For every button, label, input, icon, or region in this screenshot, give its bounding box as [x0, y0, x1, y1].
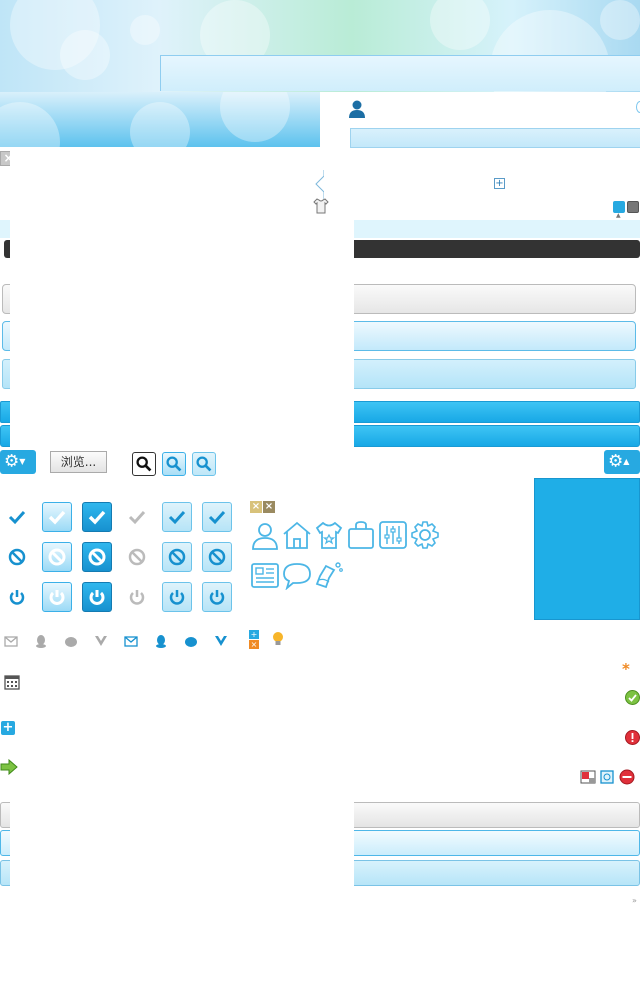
required-asterisk-icon: * [622, 660, 630, 678]
plus-square-icon[interactable]: + [494, 178, 505, 189]
check-button-hover[interactable] [42, 502, 72, 532]
home-icon[interactable] [282, 520, 312, 550]
ban-button-hover[interactable] [42, 542, 72, 572]
search-icon [166, 456, 182, 472]
ban-button[interactable] [2, 542, 32, 572]
check-icon [168, 510, 186, 525]
header-search-bar[interactable] [160, 55, 640, 91]
arrow-right-icon[interactable] [0, 759, 18, 775]
search-icon [196, 456, 212, 472]
power-icon [129, 590, 145, 605]
ban-button-active[interactable] [82, 542, 112, 572]
gear-icon: ⚙ [608, 451, 624, 472]
check-button-disabled[interactable] [122, 502, 152, 532]
ban-icon [88, 548, 106, 566]
ban-button-outline[interactable] [162, 542, 192, 572]
resize-handle-icon[interactable]: » [632, 896, 637, 905]
vine-icon[interactable] [214, 634, 228, 648]
browse-button[interactable]: 浏览... [50, 451, 107, 473]
mail-icon[interactable] [4, 634, 18, 648]
weibo-icon[interactable] [64, 634, 78, 648]
image-edit-icon[interactable] [580, 769, 596, 785]
flask-icon[interactable] [314, 560, 344, 590]
calendar-icon[interactable] [4, 674, 20, 690]
search-button-active[interactable] [192, 452, 216, 476]
shirt-icon[interactable] [314, 520, 344, 550]
check-button[interactable] [2, 502, 32, 532]
mail-icon[interactable] [124, 634, 138, 648]
power-button[interactable] [2, 582, 32, 612]
power-button-outline-alt[interactable] [202, 582, 232, 612]
plus-icon[interactable]: + [249, 630, 259, 639]
power-icon [89, 590, 105, 605]
panel-pointer [315, 170, 324, 200]
check-icon [88, 510, 106, 525]
delete-icon[interactable] [619, 769, 635, 785]
shirt-icon[interactable] [312, 197, 330, 215]
dropdown-panel-bottom [10, 800, 354, 888]
ban-icon [8, 548, 26, 566]
power-button-hover[interactable] [42, 582, 72, 612]
close-icon[interactable]: × [249, 640, 259, 649]
chat-icon[interactable] [282, 560, 312, 590]
check-button-active[interactable] [82, 502, 112, 532]
ban-icon [48, 548, 66, 566]
power-button-disabled[interactable] [122, 582, 152, 612]
ban-icon [208, 548, 226, 566]
ban-icon [128, 548, 146, 566]
news-icon[interactable] [250, 560, 280, 590]
power-button-outline[interactable] [162, 582, 192, 612]
dropdown-menu-blue [534, 478, 640, 620]
caret-up-icon: ▲ [616, 212, 621, 219]
vine-icon[interactable] [94, 634, 108, 648]
weibo-icon[interactable] [184, 634, 198, 648]
equalizer-icon[interactable] [378, 520, 408, 550]
ban-icon [168, 548, 186, 566]
close-icon[interactable]: × [263, 501, 275, 513]
contact-icon[interactable] [250, 520, 280, 550]
view-toggle-dark[interactable] [627, 201, 639, 213]
header-left-panel [0, 92, 320, 147]
close-icon[interactable]: × [250, 501, 262, 513]
power-icon [169, 590, 185, 605]
check-button-outline[interactable] [162, 502, 192, 532]
search-button[interactable] [132, 452, 156, 476]
check-icon [8, 510, 26, 525]
check-icon [128, 510, 146, 525]
check-icon [48, 510, 66, 525]
error-icon [625, 730, 640, 745]
gear-icon: ⚙ [4, 451, 20, 472]
ban-button-outline-alt[interactable] [202, 542, 232, 572]
user-icon[interactable] [348, 100, 366, 118]
search-icon [136, 456, 152, 472]
power-icon [209, 590, 225, 605]
power-button-active[interactable] [82, 582, 112, 612]
power-icon [49, 590, 65, 605]
settings-dropdown-button[interactable]: ⚙▼ [0, 450, 36, 474]
scroll-indicator [636, 101, 640, 113]
ok-icon [625, 690, 640, 705]
add-icon[interactable]: + [1, 721, 15, 735]
crop-icon[interactable] [599, 769, 615, 785]
lightbulb-icon[interactable] [271, 631, 285, 647]
gear-icon[interactable] [410, 520, 440, 550]
power-icon [9, 590, 25, 605]
qq-icon[interactable] [34, 634, 48, 648]
check-button-outline-alt[interactable] [202, 502, 232, 532]
ban-button-disabled[interactable] [122, 542, 152, 572]
settings-dropdown-button-right[interactable]: ⚙▲ [604, 450, 640, 474]
user-info-bar [350, 128, 640, 148]
qq-icon[interactable] [154, 634, 168, 648]
check-icon [208, 510, 226, 525]
search-button-hover[interactable] [162, 452, 186, 476]
bag-icon[interactable] [346, 520, 376, 550]
